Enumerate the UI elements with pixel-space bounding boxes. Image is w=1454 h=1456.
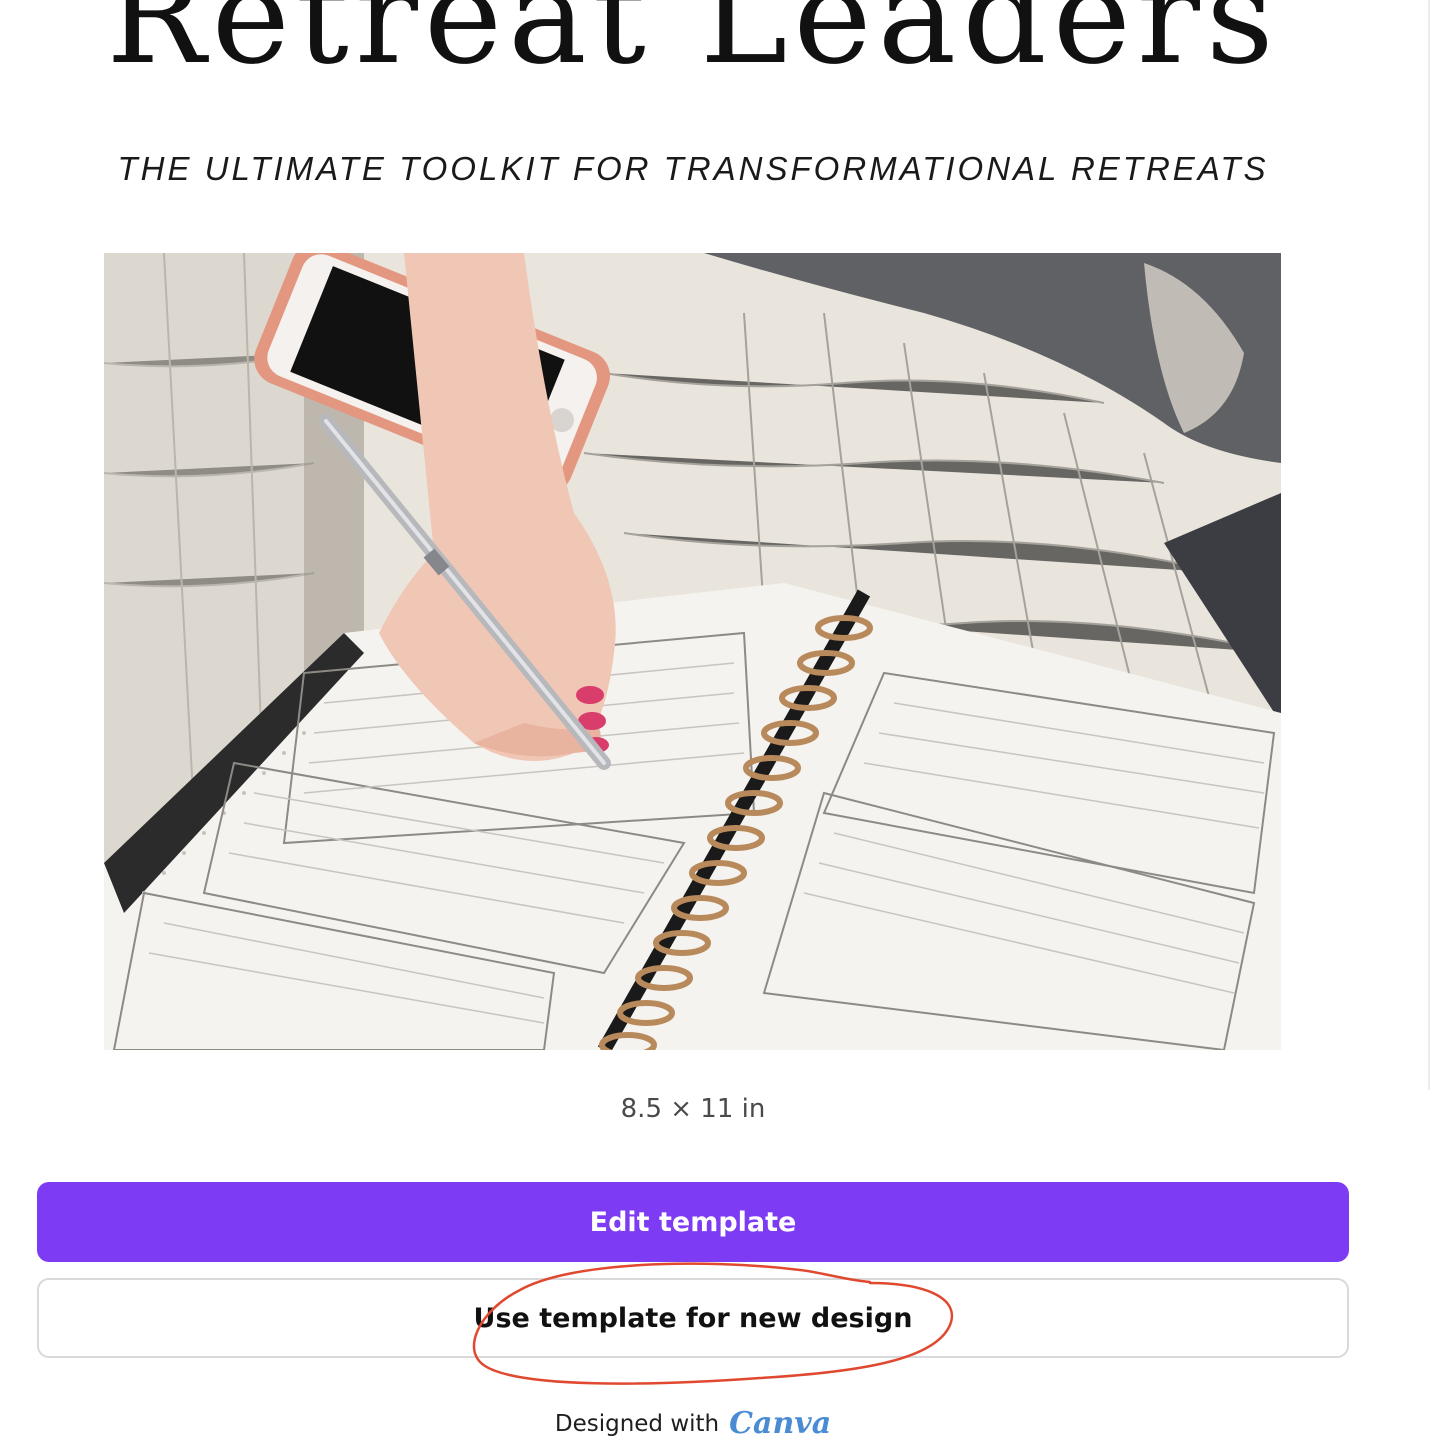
use-template-button[interactable]: Use template for new design xyxy=(37,1278,1349,1358)
canva-logo[interactable]: Canva xyxy=(729,1406,831,1441)
template-dimensions: 8.5 × 11 in xyxy=(620,1094,766,1124)
page-subtitle: THE ULTIMATE TOOLKIT FOR TRANSFORMATIONA… xyxy=(117,150,1269,187)
designed-with-text: Designed with xyxy=(554,1410,720,1437)
template-preview-image xyxy=(104,253,1281,1050)
use-template-label: Use template for new design xyxy=(473,1302,913,1334)
scrollbar-track[interactable] xyxy=(1428,0,1430,1090)
page-title: Retreat Leaders xyxy=(106,0,1280,94)
template-page: Retreat Leaders THE ULTIMATE TOOLKIT FOR… xyxy=(0,0,1454,1456)
designed-with-footer: Designed with Canva xyxy=(0,1406,1386,1441)
edit-template-label: Edit template xyxy=(589,1206,797,1238)
edit-template-button[interactable]: Edit template xyxy=(37,1182,1349,1262)
